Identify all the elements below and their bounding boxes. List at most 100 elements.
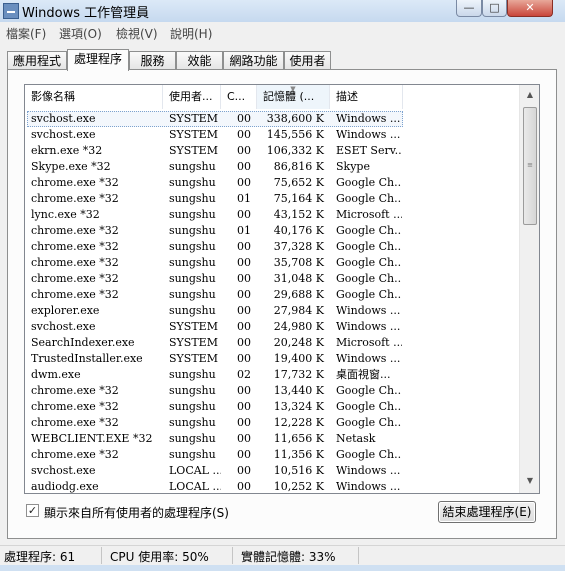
cell-description: Google Ch... [336, 256, 402, 269]
cell-image-name: Skype.exe *32 [31, 160, 111, 173]
cell-memory: 17,732 K [273, 368, 324, 381]
close-icon: ✕ [525, 1, 535, 14]
task-manager-window: Windows 工作管理員 — □ ✕ 檔案(F) 選項(O) 檢視(V) 說明… [0, 0, 565, 571]
table-row[interactable]: explorer.exe sungshu 00 27,984 K Windows ... [25, 303, 519, 319]
column-header-row: 影像名稱 使用者... C... ▼ 記憶體 (... 描述 [25, 85, 519, 109]
cell-cpu: 00 [237, 176, 251, 189]
cell-description: Google Ch... [336, 224, 402, 237]
column-cpu[interactable]: C... [221, 85, 257, 109]
cell-cpu: 00 [237, 112, 251, 125]
column-image-name[interactable]: 影像名稱 [25, 85, 163, 109]
table-row[interactable]: svchost.exe LOCAL ... 00 10,516 K Windows ..… [25, 463, 519, 479]
table-row[interactable]: WEBCLIENT.EXE *32 sungshu 00 11,656 K Netask [25, 431, 519, 447]
table-row[interactable]: ekrn.exe *32 SYSTEM 00 106,332 K ESET Serv..… [25, 143, 519, 159]
table-row[interactable]: chrome.exe *32 sungshu 00 75,652 K Google Ch… [25, 175, 519, 191]
cell-cpu: 02 [237, 368, 251, 381]
table-row[interactable]: chrome.exe *32 sungshu 00 29,688 K Google Ch… [25, 287, 519, 303]
table-row[interactable]: chrome.exe *32 sungshu 01 40,176 K Google Ch… [25, 223, 519, 239]
cell-user-name: SYSTEM [169, 352, 218, 365]
cell-user-name: LOCAL ... [169, 464, 221, 477]
cell-user-name: SYSTEM [169, 112, 218, 125]
cell-user-name: sungshu [169, 160, 216, 173]
column-user-name[interactable]: 使用者... [163, 85, 221, 109]
main-panel: 應用程式 處理程序 服務 效能 網路功能 使用者 影像名稱 使用者... C..… [0, 42, 565, 545]
menu-help[interactable]: 說明(H) [170, 25, 212, 42]
cell-description: Windows ... [336, 320, 401, 333]
menu-view[interactable]: 檢視(V) [116, 25, 158, 42]
cell-user-name: sungshu [169, 400, 216, 413]
cell-user-name: sungshu [169, 448, 216, 461]
table-row[interactable]: svchost.exe SYSTEM 00 24,980 K Windows ... [25, 319, 519, 335]
cell-image-name: svchost.exe [31, 112, 96, 125]
table-row[interactable]: dwm.exe sungshu 02 17,732 K 桌面視窗... [25, 367, 519, 383]
cell-memory: 43,152 K [273, 208, 324, 221]
cell-description: 桌面視窗... [336, 368, 391, 381]
table-row[interactable]: TrustedInstaller.exe SYSTEM 00 19,400 K Wind… [25, 351, 519, 367]
grip-icon: ≡ [527, 161, 533, 169]
table-row[interactable]: svchost.exe SYSTEM 00 338,600 K Windows ... [25, 111, 519, 127]
cell-user-name: sungshu [169, 288, 216, 301]
cell-cpu: 00 [237, 480, 251, 493]
title-bar[interactable]: Windows 工作管理員 — □ ✕ [0, 0, 565, 22]
cell-description: Google Ch... [336, 400, 402, 413]
tab-services[interactable]: 服務 [129, 51, 176, 69]
scroll-up-icon[interactable]: ▲ [522, 87, 538, 103]
column-memory[interactable]: ▼ 記憶體 (... [257, 85, 330, 109]
cell-memory: 86,816 K [273, 160, 324, 173]
scroll-down-icon[interactable]: ▼ [522, 473, 538, 489]
table-row[interactable]: chrome.exe *32 sungshu 00 12,228 K Google Ch… [25, 415, 519, 431]
cell-user-name: sungshu [169, 272, 216, 285]
menu-file[interactable]: 檔案(F) [6, 25, 46, 42]
close-button[interactable]: ✕ [507, 0, 553, 17]
status-divider [101, 547, 102, 564]
table-row[interactable]: Skype.exe *32 sungshu 00 86,816 K Skype [25, 159, 519, 175]
cell-memory: 20,248 K [273, 336, 324, 349]
process-list[interactable]: 影像名稱 使用者... C... ▼ 記憶體 (... 描述 svchost.e… [24, 84, 540, 494]
table-row[interactable]: chrome.exe *32 sungshu 00 35,708 K Google Ch… [25, 255, 519, 271]
window-frame-bottom [0, 565, 565, 571]
show-all-users-checkbox[interactable]: ✓ [26, 504, 39, 517]
cell-description: Google Ch... [336, 384, 402, 397]
tab-networking[interactable]: 網路功能 [223, 51, 284, 69]
table-row[interactable]: chrome.exe *32 sungshu 00 31,048 K Google Ch… [25, 271, 519, 287]
tab-applications[interactable]: 應用程式 [7, 51, 67, 69]
maximize-button[interactable]: □ [482, 0, 507, 17]
table-row[interactable]: chrome.exe *32 sungshu 00 13,440 K Google Ch… [25, 383, 519, 399]
show-all-users-label[interactable]: 顯示來自所有使用者的處理程序(S) [44, 504, 229, 521]
cell-description: Google Ch... [336, 240, 402, 253]
cell-description: Netask [336, 432, 376, 445]
cell-memory: 35,708 K [273, 256, 324, 269]
menu-options[interactable]: 選項(O) [59, 25, 102, 42]
cell-cpu: 00 [237, 320, 251, 333]
end-process-button[interactable]: 結束處理程序(E) [438, 501, 536, 523]
cell-memory: 31,048 K [273, 272, 324, 285]
cell-cpu: 00 [237, 208, 251, 221]
cell-description: Windows ... [336, 464, 401, 477]
minimize-button[interactable]: — [456, 0, 482, 17]
cell-description: ESET Serv... [336, 144, 402, 157]
scrollbar-thumb[interactable]: ≡ [523, 107, 537, 225]
table-row[interactable]: SearchIndexer.exe SYSTEM 00 20,248 K Microso… [25, 335, 519, 351]
table-row[interactable]: audiodg.exe LOCAL ... 00 10,252 K Windows ..… [25, 479, 519, 493]
tab-processes[interactable]: 處理程序 [67, 49, 129, 71]
cell-memory: 12,228 K [273, 416, 324, 429]
table-row[interactable]: chrome.exe *32 sungshu 00 11,356 K Google Ch… [25, 447, 519, 463]
status-bar: 處理程序: 61 CPU 使用率: 50% 實體記憶體: 33% [0, 545, 565, 566]
cell-cpu: 00 [237, 288, 251, 301]
tab-performance[interactable]: 效能 [176, 51, 223, 69]
cell-image-name: dwm.exe [31, 368, 81, 381]
cell-memory: 40,176 K [273, 224, 324, 237]
status-divider [232, 547, 233, 564]
table-row[interactable]: chrome.exe *32 sungshu 00 37,328 K Google Ch… [25, 239, 519, 255]
cell-memory: 10,516 K [273, 464, 324, 477]
tab-users[interactable]: 使用者 [284, 51, 331, 69]
column-description[interactable]: 描述 [330, 85, 403, 109]
cell-cpu: 00 [237, 304, 251, 317]
table-row[interactable]: chrome.exe *32 sungshu 01 75,164 K Google Ch… [25, 191, 519, 207]
table-row[interactable]: svchost.exe SYSTEM 00 145,556 K Windows ... [25, 127, 519, 143]
table-row[interactable]: chrome.exe *32 sungshu 00 13,324 K Google Ch… [25, 399, 519, 415]
vertical-scrollbar[interactable]: ▲ ≡ ▼ [519, 85, 539, 493]
cell-image-name: ekrn.exe *32 [31, 144, 103, 157]
cell-cpu: 00 [237, 448, 251, 461]
table-row[interactable]: lync.exe *32 sungshu 00 43,152 K Microsoft .… [25, 207, 519, 223]
